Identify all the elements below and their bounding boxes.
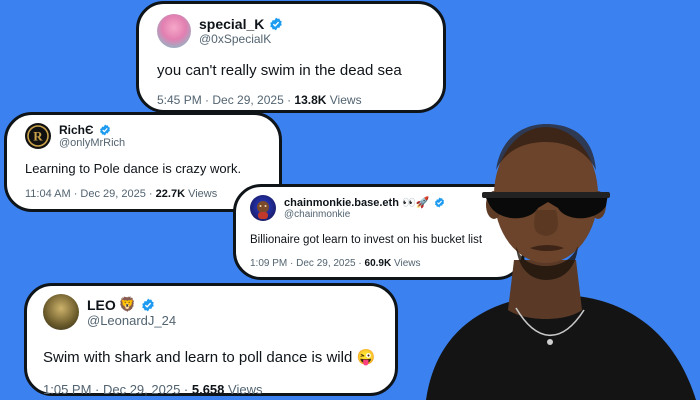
author-name[interactable]: chainmonkie.base.eth (284, 197, 399, 209)
name-emoji: 🦁 (118, 296, 137, 312)
person-photo (426, 124, 696, 400)
tweet-text: you can't really swim in the dead sea (157, 62, 402, 79)
author-handle[interactable]: @onlyMrRich (59, 137, 125, 149)
author-handle[interactable]: @0xSpecialK (199, 32, 283, 46)
tweet-timestamp[interactable]: 1:05 PM · Dec 29, 2025 · (43, 382, 192, 397)
author-name[interactable]: LEO (87, 297, 116, 313)
text-emoji: 😜 (356, 349, 376, 366)
avatar-letter: R (33, 129, 43, 144)
verified-badge-icon (270, 17, 283, 31)
views-label: Views (185, 188, 218, 200)
tweet-timestamp[interactable]: 1:09 PM · Dec 29, 2025 · (250, 258, 365, 269)
tweet-text: Swim with shark and learn to poll dance … (43, 348, 379, 366)
views-label: Views (326, 93, 362, 107)
views-count: 60.9K (364, 258, 392, 269)
author-name[interactable]: special_K (199, 16, 264, 32)
avatar[interactable] (43, 294, 79, 330)
tweet-timestamp[interactable]: 5:45 PM · Dec 29, 2025 · (157, 93, 294, 107)
logo-r-icon: R (27, 125, 49, 147)
tweet-meta: 5:45 PM · Dec 29, 2025 · 13.8K Views (157, 93, 425, 107)
verified-badge-icon (99, 124, 110, 136)
views-label: Views (224, 382, 263, 397)
monkey-avatar-icon (257, 201, 269, 219)
views-count: 22.7K (155, 188, 186, 200)
tweet-card-leo[interactable]: LEO 🦁 @LeonardJ_24 Swim with shark and l… (24, 283, 398, 397)
author-name[interactable]: RichЄ (59, 123, 94, 137)
verified-badge-icon (142, 298, 154, 311)
avatar[interactable] (157, 14, 191, 48)
tweet-meta: 1:05 PM · Dec 29, 2025 · 5,658 Views (43, 382, 379, 397)
tweet-meta: 11:04 AM · Dec 29, 2025 · 22.7K Views (25, 188, 261, 200)
tweet-timestamp[interactable]: 11:04 AM · Dec 29, 2025 · (25, 188, 156, 200)
views-count: 13.8K (294, 93, 327, 107)
avatar[interactable]: R (25, 123, 51, 149)
tweet-card-special-k[interactable]: special_K @0xSpecialK you can't really s… (136, 1, 446, 113)
tweet-text: Learning to Pole dance is crazy work. (25, 161, 242, 176)
tweet-text-content: Swim with shark and learn to poll dance … (43, 349, 353, 366)
author-handle[interactable]: @LeonardJ_24 (87, 313, 176, 328)
views-count: 5,658 (191, 382, 225, 397)
avatar[interactable] (250, 195, 276, 221)
